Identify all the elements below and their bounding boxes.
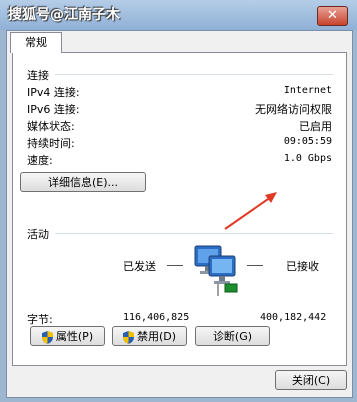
properties-button[interactable]: 属性(P) <box>30 326 105 346</box>
disable-button[interactable]: 禁用(D) <box>112 326 187 346</box>
title-bar: 搜狐号@江南子木 ✕ <box>0 0 357 30</box>
properties-label: 属性(P) <box>55 330 94 343</box>
sent-dash <box>167 265 183 266</box>
dialog-client: 常规 连接 IPv4 连接: Internet IPv6 连接: 无网络访问权限… <box>6 30 353 398</box>
uac-shield-icon <box>41 330 53 344</box>
diagnose-button[interactable]: 诊断(G) <box>195 326 270 346</box>
activity-divider <box>55 233 333 234</box>
disable-label: 禁用(D) <box>136 330 177 343</box>
activity-group-label: 活动 <box>27 228 49 241</box>
diagnose-label: 诊断(G) <box>212 330 253 343</box>
watermark-text: 搜狐号@江南子木 <box>8 7 120 23</box>
tab-general[interactable]: 常规 <box>10 32 62 53</box>
bytes-label: 字节: <box>27 313 53 326</box>
bytes-sent-value: 116,406,825 <box>123 312 190 323</box>
received-label: 已接收 <box>286 260 319 273</box>
network-computers-icon <box>194 245 238 296</box>
general-panel: 连接 IPv4 连接: Internet IPv6 连接: 无网络访问权限 媒体… <box>12 52 347 366</box>
window-close-button[interactable]: ✕ <box>317 6 348 26</box>
received-dash <box>247 265 263 266</box>
uac-shield-icon <box>122 330 134 344</box>
sent-label: 已发送 <box>123 260 156 273</box>
bytes-received-value: 400,182,442 <box>260 312 327 323</box>
close-button[interactable]: 关闭(C) <box>275 370 347 390</box>
